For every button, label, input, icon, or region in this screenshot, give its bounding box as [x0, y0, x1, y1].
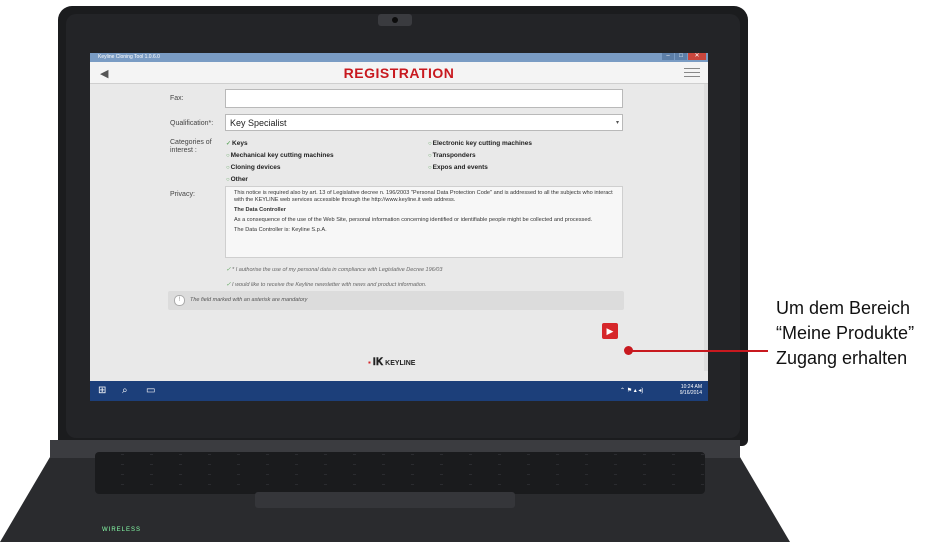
- privacy-intro: This notice is required also by art. 13 …: [234, 190, 613, 203]
- privacy-label: Privacy:: [170, 191, 195, 198]
- fax-label: Fax:: [170, 95, 184, 102]
- tray-icons[interactable]: ⌃ ⚑ ▴ ◂): [620, 387, 643, 394]
- category-keys[interactable]: ✓Keys: [226, 140, 248, 147]
- callout-line-1: Um dem Bereich: [776, 298, 911, 318]
- mandatory-notice-text: The field marked with an asterisk are ma…: [190, 297, 308, 303]
- category-mechanical-machines[interactable]: ○Mechanical key cutting machines: [226, 152, 334, 159]
- privacy-controller: The Data Controller is: Keyline S.p.A.: [234, 227, 327, 233]
- page-title: REGISTRATION: [343, 65, 455, 81]
- window-titlebar: Keyline Cloning Tool 1.0.6.0 – □ ✕: [90, 53, 708, 62]
- minimize-button[interactable]: –: [662, 53, 674, 60]
- privacy-textbox[interactable]: This notice is required also by art. 13 …: [225, 186, 623, 258]
- maximize-button[interactable]: □: [675, 53, 687, 60]
- privacy-heading: The Data Controller: [234, 207, 286, 213]
- laptop-screen: Keyline Cloning Tool 1.0.6.0 – □ ✕ ◀ REG…: [90, 53, 708, 401]
- callout-line: [628, 350, 768, 352]
- taskview-icon[interactable]: ▭: [146, 385, 155, 396]
- checkbox-icon: ○: [428, 165, 432, 171]
- window-controls: – □ ✕: [661, 53, 706, 61]
- wireless-label: WIRELESS: [102, 527, 142, 533]
- privacy-body: As a consequence of the use of the Web S…: [234, 217, 593, 223]
- hamburger-icon[interactable]: [684, 68, 700, 80]
- qualification-select[interactable]: Key Specialist ▾: [225, 114, 623, 131]
- category-expos-events[interactable]: ○Expos and events: [428, 164, 488, 171]
- checkbox-icon: ○: [226, 153, 230, 159]
- clock-date: 9/16/2014: [679, 390, 702, 396]
- checkbox-icon: ○: [428, 153, 432, 159]
- categories-label: Categories of interest :: [170, 139, 212, 154]
- checkbox-checked-icon: ✓: [226, 267, 232, 273]
- checkbox-icon: ○: [226, 165, 230, 171]
- window-title: Keyline Cloning Tool 1.0.6.0: [98, 54, 160, 60]
- windows-taskbar: ⊞ ⌕ ▭ ⌃ ⚑ ▴ ◂) 10:24 AM 9/16/2014: [90, 381, 708, 401]
- keyline-logo-mark: ▪: [368, 358, 371, 367]
- app-header: ◀ REGISTRATION: [90, 62, 708, 84]
- keyline-logo-text: KEYLINE: [385, 360, 416, 367]
- keyboard: [95, 452, 705, 494]
- checkbox-checked-icon: ✓: [226, 141, 232, 147]
- close-button[interactable]: ✕: [688, 53, 706, 60]
- mandatory-notice: ! The field marked with an asterisk are …: [168, 291, 624, 310]
- category-cloning-devices[interactable]: ○Cloning devices: [226, 164, 280, 171]
- checkbox-icon: ○: [226, 177, 230, 183]
- play-icon: ▶: [606, 326, 614, 336]
- system-clock[interactable]: 10:24 AM 9/16/2014: [680, 384, 702, 396]
- callout-line-3: Zugang erhalten: [776, 348, 908, 368]
- consent-privacy[interactable]: ✓* I authorise the use of my personal da…: [226, 266, 442, 273]
- webcam: [378, 14, 412, 26]
- category-transponders[interactable]: ○Transponders: [428, 152, 476, 159]
- qualification-label: Qualification*:: [170, 120, 214, 127]
- info-icon: !: [174, 295, 185, 306]
- category-other[interactable]: ○Other: [226, 176, 248, 183]
- callout-text: Um dem Bereich “Meine Produkte” Zugang e…: [776, 296, 914, 371]
- checkbox-icon: ○: [428, 141, 432, 147]
- keyline-logo: ▪ 𝐈𝐊 KEYLINE: [368, 357, 415, 368]
- qualification-value: Key Specialist: [230, 118, 287, 128]
- vertical-scrollbar[interactable]: [704, 84, 708, 371]
- touchpad: [255, 492, 515, 508]
- chevron-down-icon: ▾: [615, 120, 619, 126]
- checkbox-checked-icon: ✓: [226, 282, 232, 288]
- registration-form: Fax: Qualification*: Key Specialist ▾ Ca…: [90, 84, 708, 371]
- fax-field[interactable]: [225, 89, 623, 108]
- consent-newsletter[interactable]: ✓I would like to receive the Keyline new…: [226, 281, 426, 288]
- callout-line-2: “Meine Produkte”: [776, 323, 915, 343]
- category-electronic-machines[interactable]: ○Electronic key cutting machines: [428, 140, 532, 147]
- windows-start-icon[interactable]: ⊞: [98, 385, 106, 396]
- keyline-logo-k-icon: 𝐈𝐊: [372, 357, 384, 368]
- next-button[interactable]: ▶: [602, 323, 618, 339]
- search-icon[interactable]: ⌕: [122, 385, 128, 396]
